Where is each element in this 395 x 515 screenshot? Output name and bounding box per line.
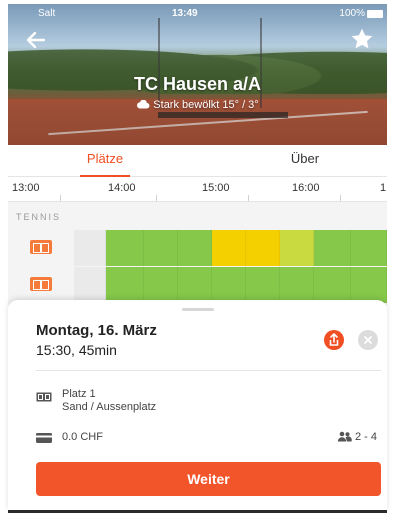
time-slot[interactable]: [144, 267, 178, 303]
court-icon: [30, 277, 52, 291]
time-label: 14:00: [108, 182, 136, 194]
time-slot[interactable]: [351, 267, 387, 303]
time-tick: [340, 195, 341, 201]
continue-button[interactable]: Weiter: [36, 462, 381, 496]
share-button[interactable]: [324, 330, 344, 350]
weather-text: Stark bewölkt 15° / 3°: [153, 99, 259, 111]
back-arrow-icon[interactable]: [24, 28, 48, 52]
sheet-grabber[interactable]: [182, 308, 214, 311]
time-slot[interactable]: [280, 267, 314, 303]
status-bar: Salt 13:49 100%: [8, 6, 387, 22]
club-title: TC Hausen a/A: [133, 74, 262, 94]
time-slot[interactable]: [212, 267, 246, 303]
booking-sheet: Montag, 16. März 15:30, 45min Platz 1 Sa…: [8, 300, 387, 511]
cloud-icon: [137, 99, 150, 109]
court-icon: [30, 240, 52, 254]
status-time: 13:49: [172, 8, 198, 19]
tab-plaetze[interactable]: Plätze: [70, 145, 140, 177]
time-slot[interactable]: [212, 230, 246, 266]
weather-info: Stark bewölkt 15° / 3°: [8, 99, 387, 111]
status-carrier: Salt: [38, 8, 56, 19]
time-slot[interactable]: [178, 267, 212, 303]
court-type: Sand / Aussenplatz: [62, 401, 157, 413]
players-icon: [337, 431, 352, 442]
time-label: 16:00: [292, 182, 320, 194]
close-icon: [364, 336, 372, 344]
booking-date: Montag, 16. März: [36, 322, 157, 339]
time-tick: [248, 195, 249, 201]
time-slot[interactable]: [314, 230, 351, 266]
bottom-edge: [8, 510, 387, 513]
player-count: 2 - 4: [337, 431, 377, 443]
time-tick: [156, 195, 157, 201]
status-battery-percent: 100%: [339, 8, 365, 19]
court-row: [74, 230, 387, 266]
battery-icon: [367, 10, 383, 18]
timeline-header: 13:00 14:00 15:00 16:00 1: [8, 177, 387, 202]
court-icon: [36, 392, 52, 402]
time-slot[interactable]: [280, 230, 314, 266]
time-tick: [60, 195, 61, 201]
time-slot[interactable]: [106, 267, 144, 303]
time-slot[interactable]: [106, 230, 144, 266]
time-label: 1: [380, 182, 387, 194]
tab-ueber[interactable]: Über: [270, 145, 340, 177]
time-slot[interactable]: [74, 267, 106, 303]
court-schedule-grid: TENNIS: [8, 202, 387, 305]
court-name: Platz 1: [62, 388, 96, 400]
time-slot[interactable]: [144, 230, 178, 266]
court-row: [74, 267, 387, 303]
section-label-tennis: TENNIS: [16, 212, 62, 222]
time-slot[interactable]: [246, 230, 280, 266]
share-icon: [329, 332, 339, 346]
close-button[interactable]: [358, 330, 378, 350]
time-label: 13:00: [12, 182, 40, 194]
sheet-divider: [36, 370, 381, 371]
player-count-text: 2 - 4: [354, 431, 377, 443]
favorite-star-icon[interactable]: [349, 26, 375, 52]
booking-time-duration: 15:30, 45min: [36, 342, 117, 358]
time-slot[interactable]: [351, 230, 387, 266]
time-label: 15:00: [202, 182, 230, 194]
time-slot[interactable]: [246, 267, 280, 303]
time-slot[interactable]: [314, 267, 351, 303]
tab-bar: Plätze Über: [8, 145, 387, 177]
time-slot[interactable]: [74, 230, 106, 266]
credit-card-icon: [36, 433, 52, 443]
club-hero-image: Salt 13:49 100% TC Hausen a/A Stark bewö…: [8, 4, 387, 145]
price-label: 0.0 CHF: [62, 431, 103, 443]
time-slot[interactable]: [178, 230, 212, 266]
